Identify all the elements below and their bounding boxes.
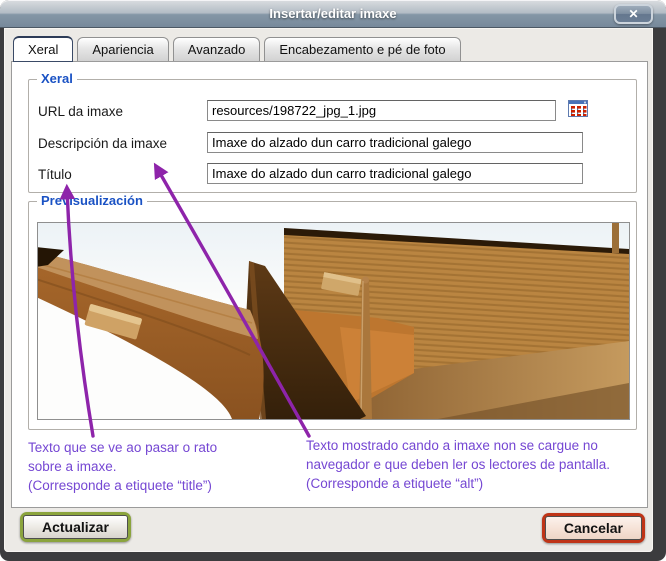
alt-note-line-3: (Corresponde a etiquete “alt”) — [306, 476, 484, 491]
general-legend: Xeral — [37, 71, 77, 86]
url-input[interactable] — [207, 100, 556, 121]
general-fieldset: Xeral URL da imaxe resources/198722_jpg_… — [28, 71, 637, 193]
tab-avanzado[interactable]: Avanzado — [172, 37, 261, 61]
dialog-content: Xeral Apariencia Avanzado Encabezamento … — [4, 28, 653, 552]
stake-far-right — [612, 223, 619, 253]
preview-fieldset: Previsualización — [28, 193, 637, 430]
description-field-label: Descripción da imaxe — [38, 136, 168, 151]
dialog-title: Insertar/editar imaxe — [269, 6, 397, 21]
title-input[interactable] — [207, 163, 583, 184]
tab-apariencia[interactable]: Apariencia — [77, 37, 169, 61]
tab-encabezamento[interactable]: Encabezamento e pé de foto — [264, 37, 461, 61]
insert-edit-image-dialog: Insertar/editar imaxe ✕ Xeral Apariencia… — [0, 0, 666, 561]
update-button-label: Actualizar — [23, 515, 128, 539]
preview-image — [37, 222, 630, 420]
alt-note-line-1: Texto mostrado cando a imaxe non se carg… — [306, 438, 598, 453]
tab-panel-xeral: Xeral URL da imaxe resources/198722_jpg_… — [11, 61, 648, 508]
file-browser-icon[interactable] — [568, 100, 588, 117]
tab-xeral[interactable]: Xeral — [13, 36, 74, 62]
url-field-label: URL da imaxe — [38, 104, 124, 119]
close-icon: ✕ — [628, 7, 639, 21]
description-input[interactable] — [207, 132, 583, 153]
update-button[interactable]: Actualizar — [20, 512, 131, 542]
alt-text-note: Texto mostrado cando a imaxe non se carg… — [306, 436, 642, 493]
titlebar[interactable]: Insertar/editar imaxe ✕ — [0, 0, 666, 28]
title-field-label: Título — [38, 167, 72, 182]
title-note-line-2: sobre a imaxe. — [28, 459, 117, 474]
alt-note-line-2: navegador e que deben ler os lectores de… — [306, 457, 610, 472]
title-tooltip-note: Texto que se ve ao pasar o rato sobre a … — [28, 438, 290, 495]
tab-bar: Xeral Apariencia Avanzado Encabezamento … — [13, 36, 461, 62]
preview-legend: Previsualización — [37, 193, 147, 208]
cancel-button[interactable]: Cancelar — [541, 513, 645, 543]
close-button[interactable]: ✕ — [614, 4, 653, 24]
title-note-line-1: Texto que se ve ao pasar o rato — [28, 440, 218, 455]
cancel-button-label: Cancelar — [544, 516, 642, 540]
title-note-line-3: (Corresponde a etiquete “title”) — [28, 478, 212, 493]
